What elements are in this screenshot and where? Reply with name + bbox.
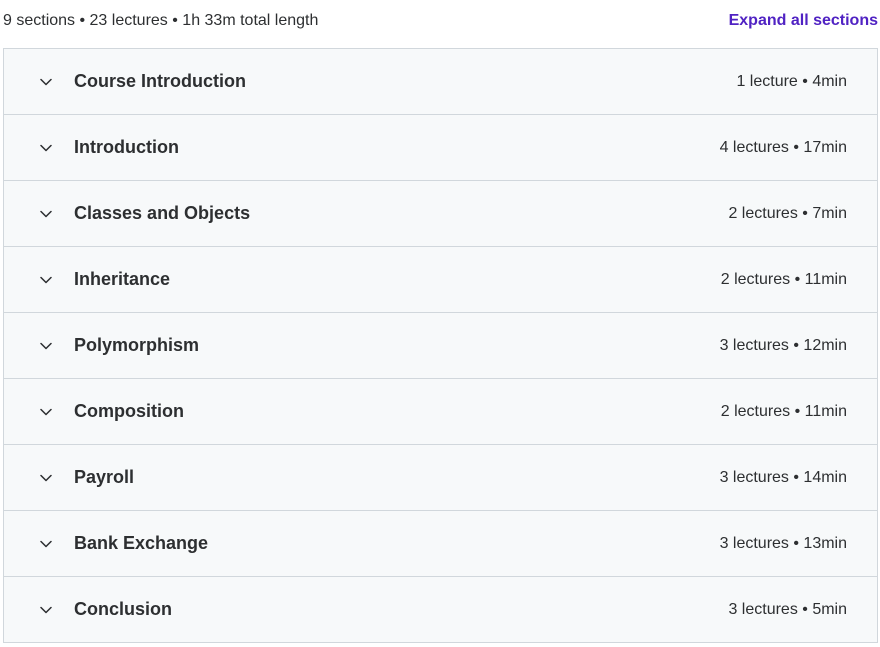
section-meta: 3 lectures • 12min bbox=[719, 336, 847, 354]
section-title: Introduction bbox=[74, 137, 179, 157]
section-meta: 2 lectures • 7min bbox=[728, 204, 847, 222]
section-row-polymorphism[interactable]: Polymorphism 3 lectures • 12min bbox=[4, 313, 877, 379]
section-row-conclusion[interactable]: Conclusion 3 lectures • 5min bbox=[4, 577, 877, 642]
chevron-down-icon bbox=[38, 536, 54, 552]
section-title: Bank Exchange bbox=[74, 533, 209, 553]
section-meta: 3 lectures • 5min bbox=[728, 600, 847, 618]
section-title: Inheritance bbox=[74, 269, 171, 289]
section-meta: 3 lectures • 14min bbox=[719, 468, 847, 486]
expand-all-sections-button[interactable]: Expand all sections bbox=[729, 12, 878, 30]
section-row-classes-and-objects[interactable]: Classes and Objects 2 lectures • 7min bbox=[4, 181, 877, 247]
chevron-down-icon bbox=[38, 272, 54, 288]
chevron-down-icon bbox=[38, 470, 54, 486]
section-row-course-introduction[interactable]: Course Introduction 1 lecture • 4min bbox=[4, 49, 877, 115]
chevron-down-icon bbox=[38, 338, 54, 354]
section-title: Payroll bbox=[74, 467, 135, 487]
section-title: Composition bbox=[74, 401, 184, 421]
section-row-payroll[interactable]: Payroll 3 lectures • 14min bbox=[4, 445, 877, 511]
section-title: Conclusion bbox=[74, 599, 172, 619]
section-title: Course Introduction bbox=[74, 71, 246, 91]
chevron-down-icon bbox=[38, 140, 54, 156]
section-meta: 2 lectures • 11min bbox=[720, 402, 847, 420]
section-row-composition[interactable]: Composition 2 lectures • 11min bbox=[4, 379, 877, 445]
curriculum-summary: 9 sections • 23 lectures • 1h 33m total … bbox=[3, 12, 319, 29]
section-meta: 1 lecture • 4min bbox=[736, 72, 847, 90]
section-list: Course Introduction 1 lecture • 4min Int… bbox=[3, 48, 878, 643]
section-row-introduction[interactable]: Introduction 4 lectures • 17min bbox=[4, 115, 877, 181]
chevron-down-icon bbox=[38, 206, 54, 222]
section-meta: 3 lectures • 13min bbox=[719, 534, 847, 552]
curriculum-header: 9 sections • 23 lectures • 1h 33m total … bbox=[0, 0, 880, 44]
section-row-bank-exchange[interactable]: Bank Exchange 3 lectures • 13min bbox=[4, 511, 877, 577]
section-title: Classes and Objects bbox=[74, 203, 251, 223]
chevron-down-icon bbox=[38, 74, 54, 90]
chevron-down-icon bbox=[38, 602, 54, 618]
section-meta: 4 lectures • 17min bbox=[719, 138, 847, 156]
section-row-inheritance[interactable]: Inheritance 2 lectures • 11min bbox=[4, 247, 877, 313]
section-title: Polymorphism bbox=[74, 335, 200, 355]
section-meta: 2 lectures • 11min bbox=[720, 270, 847, 288]
chevron-down-icon bbox=[38, 404, 54, 420]
